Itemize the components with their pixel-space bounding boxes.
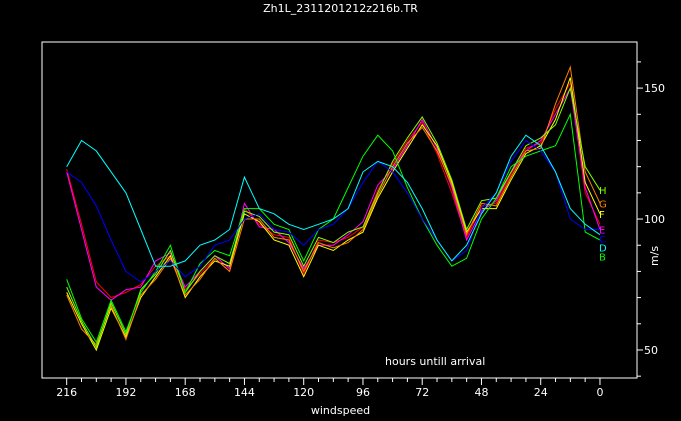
series-line-F [66,77,601,352]
series-line-E [66,86,601,301]
x-axis-label: windspeed [310,404,371,417]
x-tick-label: 192 [115,386,136,399]
x-tick-label: 48 [474,386,488,399]
series-label-G: G [599,199,607,210]
y-tick-label: 100 [644,213,665,226]
x-tick-label: 96 [356,386,370,399]
series-line-G [66,65,601,346]
plot-frame [41,41,638,379]
x-tick-label: 0 [596,386,603,399]
x-tick-label: 216 [56,386,77,399]
x-tick-label: 24 [534,386,548,399]
x-tick-label: 72 [415,386,429,399]
series-label-B: B [599,253,606,264]
x-tick-label: 120 [293,386,314,399]
chart-plot: HGFECDB 216 192 168 144 120 96 72 48 24 050100150… [41,41,665,399]
series-label-H: H [599,186,607,197]
series-line-D [66,134,601,267]
x-tick-label: 144 [234,386,255,399]
series-label-F: F [599,210,605,221]
series-line-A [66,81,601,299]
y-tick-label: 50 [644,344,658,357]
y-axis-label: m/s [648,246,661,266]
x-tick-label: 168 [175,386,196,399]
annotation: hours untill arrival [385,355,485,368]
y-tick-label: 150 [644,82,665,95]
